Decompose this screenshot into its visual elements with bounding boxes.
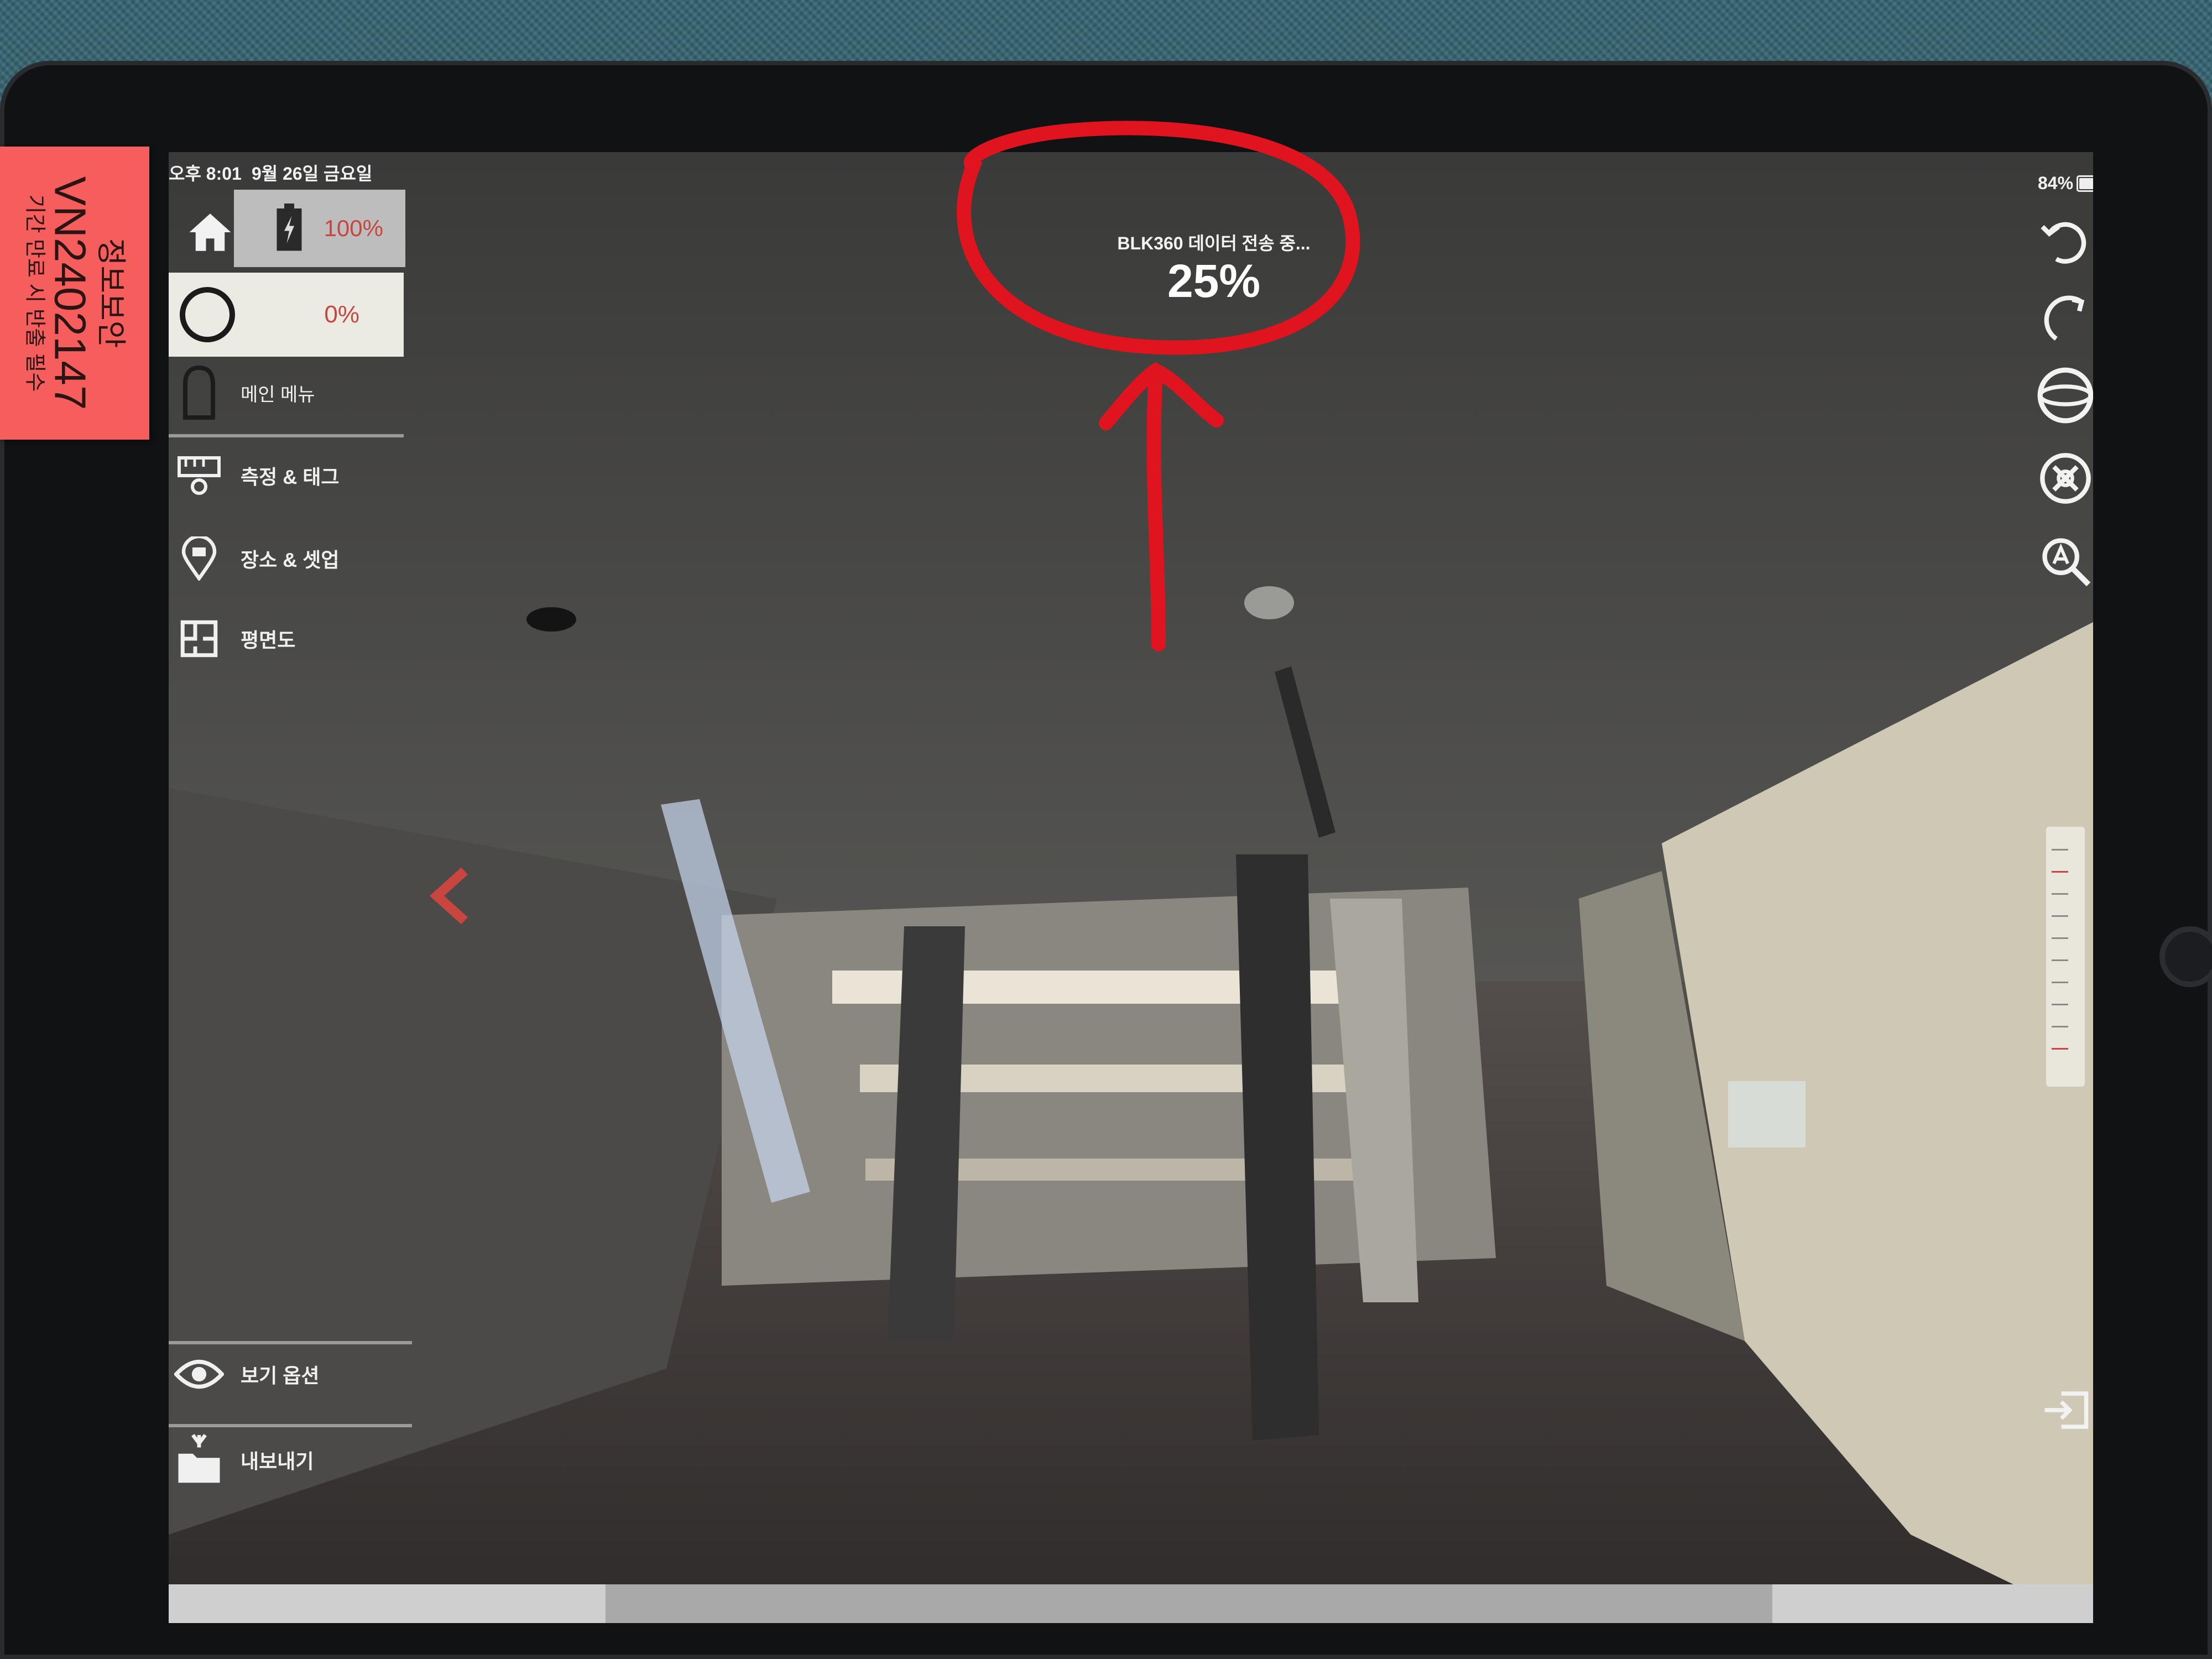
sticker-line1: 정보보안	[94, 238, 128, 348]
security-sticker: 정보보안 VN2402147 기간 만료 시 반출 필수	[0, 147, 149, 440]
floor-plan-label: 평면도	[241, 629, 296, 651]
eye-icon	[174, 1359, 224, 1389]
slider-tick	[2052, 849, 2068, 851]
target-icon	[2040, 453, 2091, 504]
zoom-icon	[2042, 538, 2091, 587]
export-item[interactable]: 내보내기	[169, 1432, 314, 1488]
status-time: 오후 8:01	[169, 164, 242, 184]
scanner-battery-value: 100%	[324, 215, 383, 241]
panel-toggle-icon	[2044, 1391, 2089, 1429]
undo-icon	[2041, 222, 2086, 264]
sticker-line3: 기간 만료 시 반출 필수	[23, 194, 46, 392]
slider-tick	[2052, 1004, 2068, 1005]
sticker-line2: VN2402147	[45, 176, 95, 410]
home-icon	[189, 213, 231, 251]
status-date: 9월 26일 금요일	[252, 164, 373, 184]
sphere-icon	[2037, 367, 2093, 424]
scanner-battery-box: 100%	[234, 190, 405, 267]
view-options-item[interactable]: 보기 옵션	[169, 1358, 319, 1391]
measure-tag-icon	[178, 456, 221, 495]
sphere-view-button[interactable]	[2035, 365, 2093, 426]
export-label: 내보내기	[241, 1450, 314, 1473]
slider-tick	[2052, 1048, 2068, 1050]
place-setup-item[interactable]: 장소 & 셋업	[169, 536, 339, 581]
redo-button[interactable]	[2035, 288, 2093, 348]
battery-charging-icon	[276, 204, 302, 251]
sticker-text: 정보보안 VN2402147 기간 만료 시 반출 필수	[22, 176, 127, 410]
scan-progress-box[interactable]: 0%	[169, 273, 404, 357]
scan-progress-value: 0%	[324, 301, 359, 328]
divider	[169, 1341, 412, 1344]
divider	[169, 1424, 412, 1427]
zoom-button[interactable]	[2035, 531, 2093, 592]
slider-tick	[2052, 937, 2068, 939]
status-battery-icon	[2077, 175, 2093, 192]
progress-ring-icon	[180, 287, 235, 342]
view-options-label: 보기 옵션	[241, 1364, 320, 1387]
slider-tick	[2052, 871, 2068, 873]
panel-toggle-button[interactable]	[2035, 1380, 2093, 1441]
divider	[169, 434, 404, 437]
transfer-caption: BLK360 데이터 전송 중...	[1117, 233, 1311, 253]
transfer-percent: 25%	[1167, 255, 1261, 307]
chevron-left-icon[interactable]	[429, 865, 473, 926]
location-pin-icon	[181, 536, 217, 581]
slider-tick	[2052, 982, 2068, 983]
place-setup-label: 장소 & 셋업	[241, 549, 340, 571]
measure-tag-item[interactable]: 측정 & 태그	[169, 453, 339, 498]
tablet-home-button[interactable]	[2159, 926, 2212, 987]
floor-plan-icon	[180, 620, 218, 658]
slider-tick	[2052, 915, 2068, 917]
status-battery-label: 84%	[2038, 173, 2074, 193]
scanner-icon	[183, 365, 215, 420]
timeline-thumb[interactable]	[606, 1584, 1772, 1623]
zoom-slider[interactable]	[2046, 827, 2085, 1087]
export-folder-icon	[178, 1433, 220, 1483]
main-menu-label: 메인 메뉴	[241, 384, 315, 405]
slider-tick	[2052, 959, 2068, 961]
floor-plan-item[interactable]: 평면도	[169, 619, 295, 658]
target-button[interactable]	[2035, 448, 2093, 509]
undo-button[interactable]	[2035, 210, 2093, 271]
measure-tag-label: 측정 & 태그	[241, 466, 340, 488]
status-battery: 84%	[2038, 173, 2093, 194]
app-screen: 오후 8:01 9월 26일 금요일 84% 100% 0% 메인 메뉴 측정 …	[169, 152, 2093, 1623]
main-menu-item[interactable]: 메인 메뉴	[169, 362, 315, 423]
slider-tick	[2052, 893, 2068, 895]
slider-tick	[2052, 1026, 2068, 1027]
redo-icon	[2044, 295, 2085, 341]
